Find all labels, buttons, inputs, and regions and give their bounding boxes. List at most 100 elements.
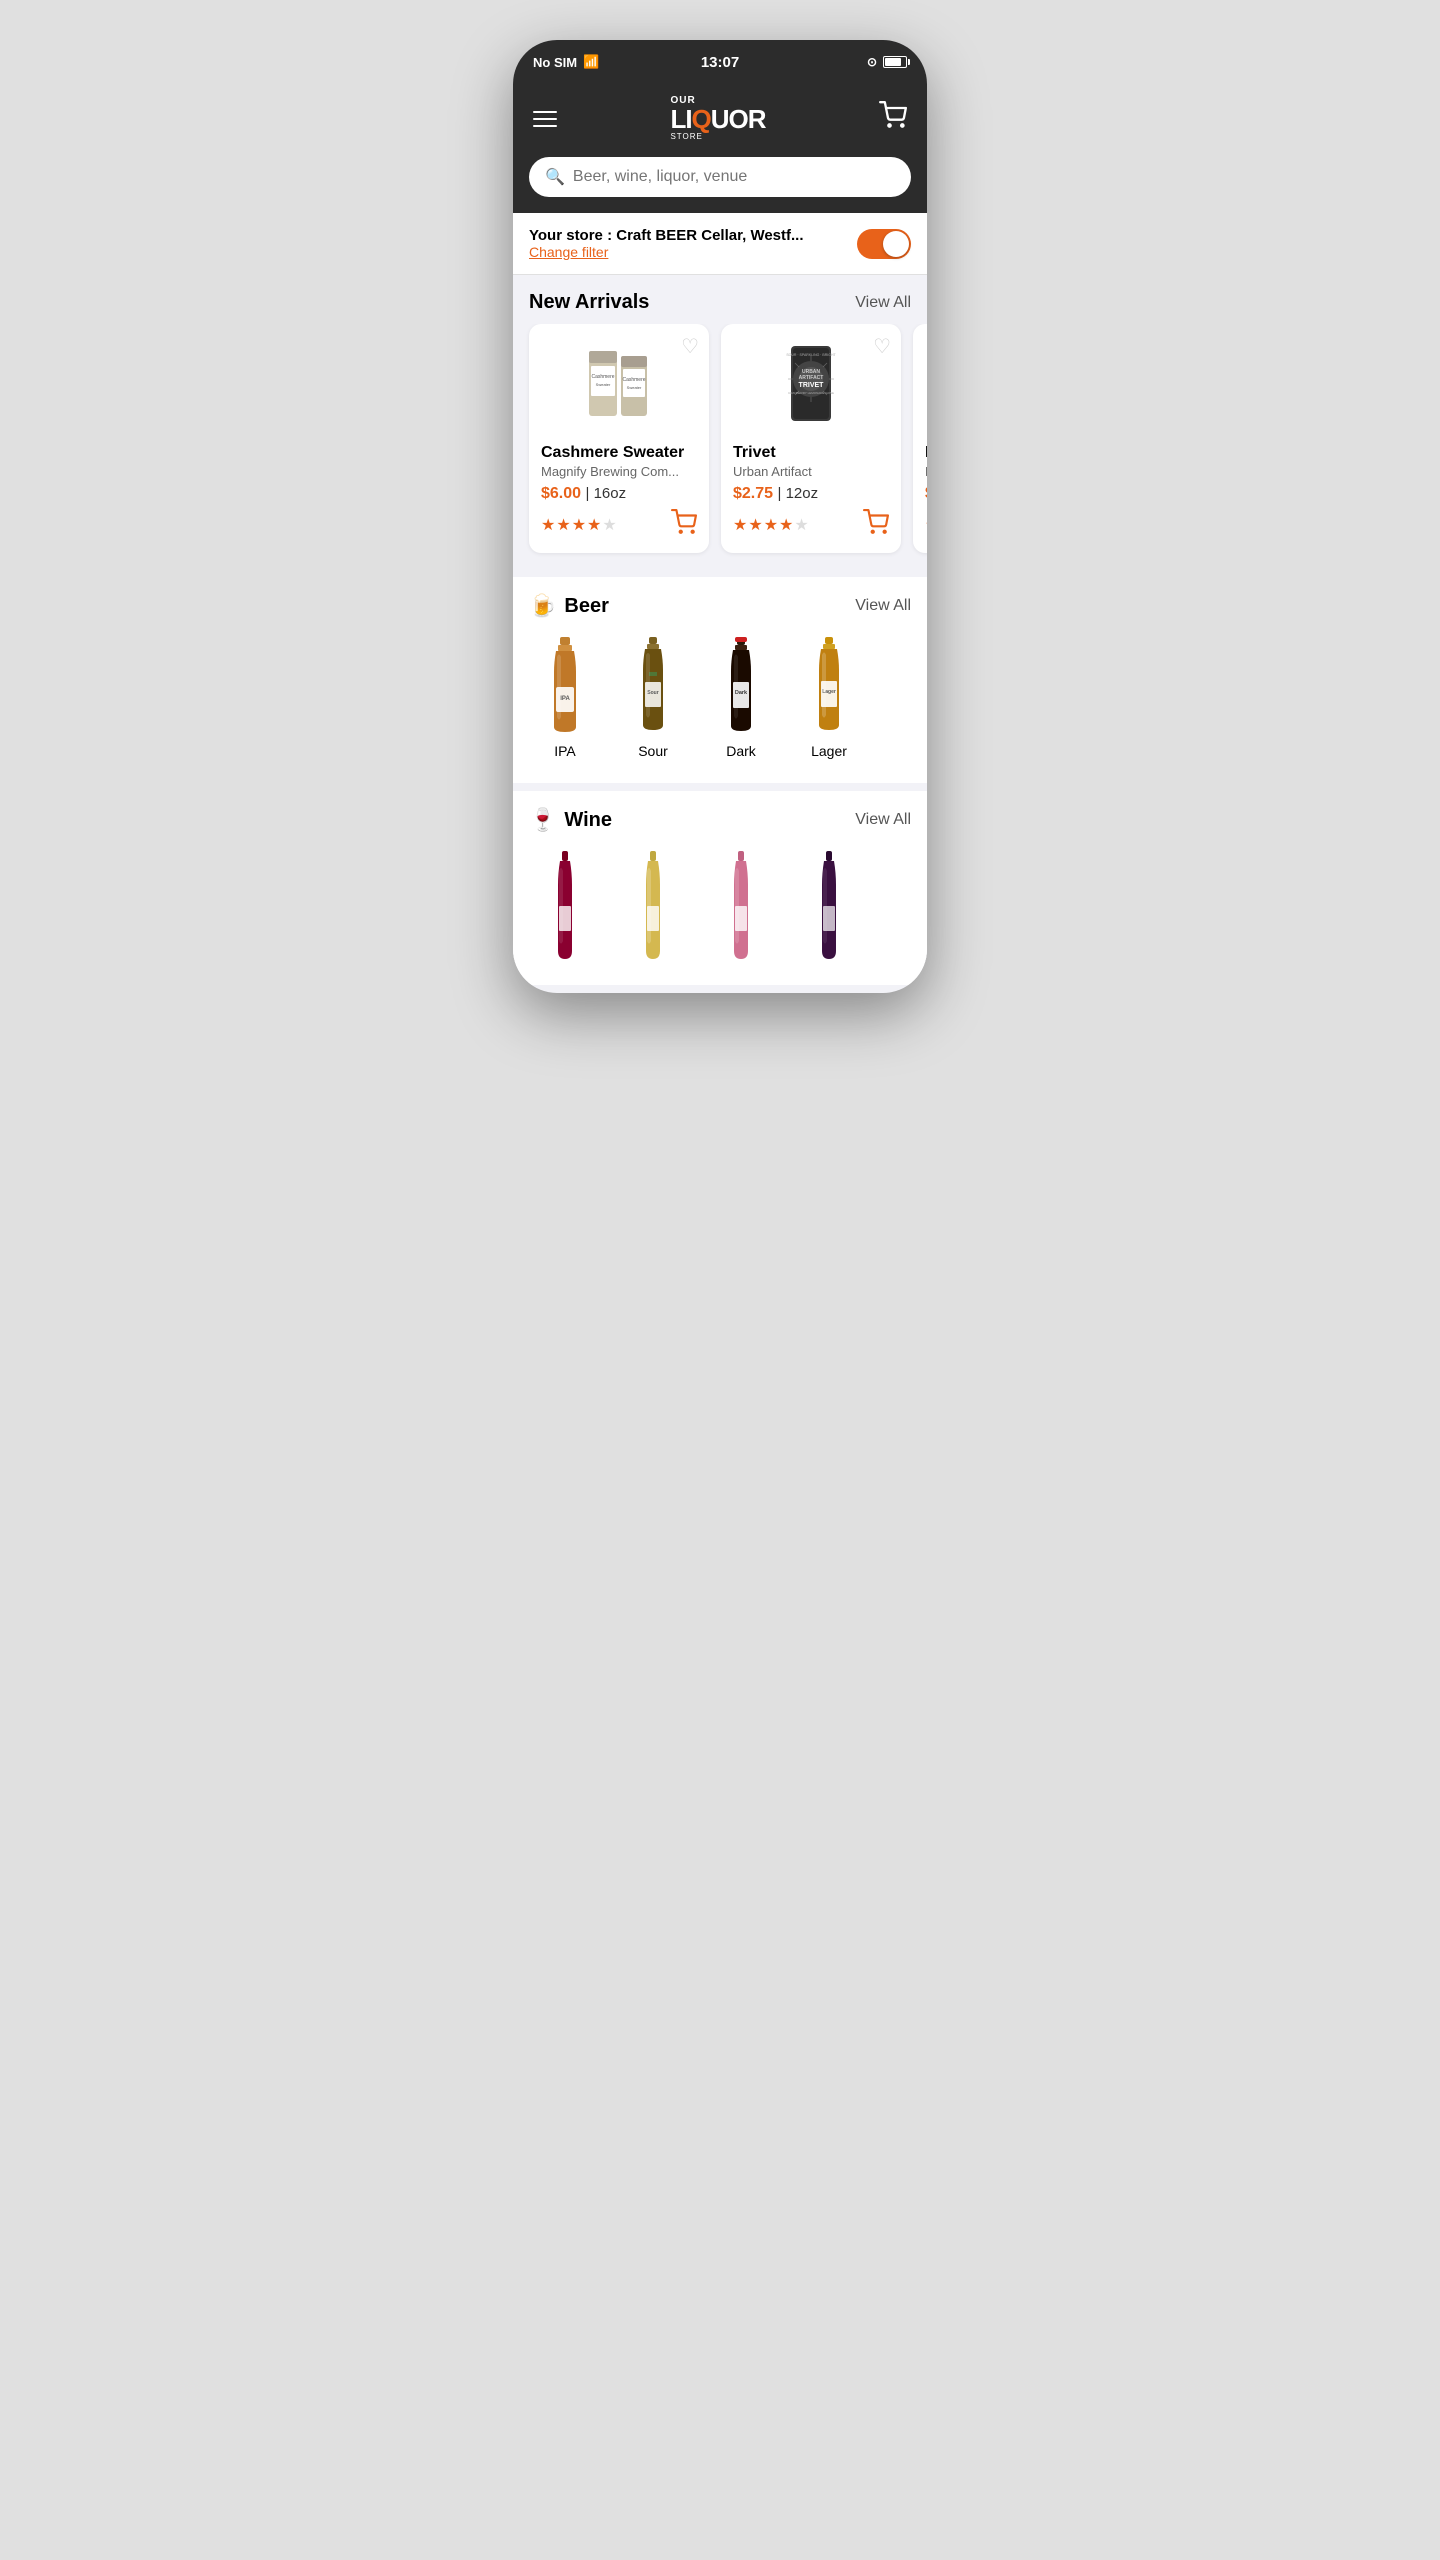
new-arrivals-title: New Arrivals <box>529 291 649 314</box>
search-icon: 🔍 <box>545 167 565 187</box>
battery-icon <box>883 56 907 68</box>
beer-view-all[interactable]: View All <box>855 597 911 615</box>
lock-icon: ⊙ <box>867 55 877 69</box>
category-label-sour: Sour <box>638 743 668 759</box>
logo-store: STORE <box>670 132 702 141</box>
logo-middle: LIQUOR <box>670 106 765 132</box>
beer-categories-scroll[interactable]: IPA IPA <box>513 629 927 783</box>
product-price-1: $6.00 | 16oz <box>541 485 626 503</box>
logo-text: LIQUOR <box>670 106 765 132</box>
hamburger-line-2 <box>533 118 557 120</box>
wine-section: 🍷 Wine View All <box>513 791 927 985</box>
product-price-row-3: $11.99 | <box>925 485 927 503</box>
product-rating-2: ★★★★★ <box>733 509 889 541</box>
product-stars-1: ★★★★★ <box>541 515 618 535</box>
product-name-2: Trivet <box>733 444 889 462</box>
product-brewery-2: Urban Artifact <box>733 464 889 479</box>
product-brewery-1: Magnify Brewing Com... <box>541 464 697 479</box>
product-price-row-2: $2.75 | 12oz <box>733 485 889 503</box>
product-rating-3: ★★★★★ <box>925 509 927 541</box>
wishlist-btn-1[interactable]: ♡ <box>681 334 699 359</box>
wine-image-3 <box>716 851 766 961</box>
status-left: No SIM 📶 <box>533 54 599 70</box>
product-price-2: $2.75 | 12oz <box>733 485 818 503</box>
product-card-1[interactable]: ♡ Cashmere Sweater Cashmere Sweater <box>529 324 709 553</box>
product-rating-1: ★★★★★ <box>541 509 697 541</box>
beer-section: 🍺 Beer View All IPA <box>513 577 927 783</box>
category-sour[interactable]: Sour Sour <box>609 629 697 767</box>
product-card-2[interactable]: ♡ <box>721 324 901 553</box>
store-filter-toggle[interactable] <box>857 229 911 259</box>
category-image-sour: Sour <box>617 637 689 737</box>
wine-view-all[interactable]: View All <box>855 811 911 829</box>
wine-title-row: 🍷 Wine <box>529 807 612 833</box>
product-image-3: HORC BARREL AGED <box>925 336 927 436</box>
svg-text:CRANBERRY LEMONADE GOSE: CRANBERRY LEMONADE GOSE <box>788 391 834 395</box>
wine-item-4[interactable] <box>785 843 873 969</box>
product-stars-3: ★★★★★ <box>925 515 927 535</box>
wine-image-2 <box>628 851 678 961</box>
product-name-1: Cashmere Sweater <box>541 444 697 462</box>
svg-text:IPA: IPA <box>560 696 570 702</box>
hamburger-menu[interactable] <box>533 111 557 127</box>
beer-title-row: 🍺 Beer <box>529 593 609 619</box>
category-label-dark: Dark <box>726 743 756 759</box>
beer-section-header: 🍺 Beer View All <box>513 577 927 629</box>
category-label-lager: Lager <box>811 743 847 759</box>
wine-icon: 🍷 <box>529 807 556 833</box>
svg-text:TRIVET: TRIVET <box>799 382 825 389</box>
search-container: 🔍 <box>513 157 927 213</box>
wine-item-2[interactable] <box>609 843 697 969</box>
wifi-icon: 📶 <box>583 54 599 70</box>
status-time: 13:07 <box>701 54 739 71</box>
category-dark[interactable]: Dark Dark <box>697 629 785 767</box>
wine-section-title: Wine <box>564 809 612 832</box>
toggle-knob <box>883 231 909 257</box>
cart-button[interactable] <box>879 101 907 136</box>
battery-fill <box>885 58 901 66</box>
svg-text:SOUR · SPARKLING · BRIGHT: SOUR · SPARKLING · BRIGHT <box>786 353 836 357</box>
product-stars-2: ★★★★★ <box>733 515 810 535</box>
carrier-label: No SIM <box>533 55 577 70</box>
new-arrivals-scroll[interactable]: ♡ Cashmere Sweater Cashmere Sweater <box>513 324 927 569</box>
wishlist-btn-2[interactable]: ♡ <box>873 334 891 359</box>
store-name: Your store : Craft BEER Cellar, Westf... <box>529 227 804 244</box>
category-image-dark: Dark <box>705 637 777 737</box>
search-box[interactable]: 🔍 <box>529 157 911 197</box>
product-image-1: Cashmere Sweater Cashmere Sweater <box>541 336 697 436</box>
app-header: OUR LIQUOR STORE <box>513 84 927 157</box>
store-filter-bar: Your store : Craft BEER Cellar, Westf...… <box>513 213 927 275</box>
store-info: Your store : Craft BEER Cellar, Westf...… <box>529 227 804 260</box>
svg-text:Cashmere: Cashmere <box>622 377 645 383</box>
status-right: ⊙ <box>867 55 907 69</box>
product-brewery-3: BARTE... <box>925 464 927 479</box>
svg-text:Sweater: Sweater <box>627 385 642 390</box>
wine-item-1[interactable] <box>521 843 609 969</box>
category-lager[interactable]: Lager Lager <box>785 629 873 767</box>
svg-text:Sweater: Sweater <box>596 382 611 387</box>
svg-text:ARTIFACT: ARTIFACT <box>799 375 824 381</box>
new-arrivals-view-all[interactable]: View All <box>855 294 911 312</box>
app-logo: OUR LIQUOR STORE <box>670 96 765 141</box>
status-bar: No SIM 📶 13:07 ⊙ <box>513 40 927 84</box>
product-name-3: HORC <box>925 444 927 462</box>
new-arrivals-header: New Arrivals View All <box>513 275 927 324</box>
phone-frame: No SIM 📶 13:07 ⊙ OUR LIQUOR STORE <box>513 40 927 993</box>
category-image-lager: Lager <box>793 637 865 737</box>
add-cart-btn-2[interactable] <box>863 509 889 541</box>
beer-icon: 🍺 <box>529 593 556 619</box>
wine-section-header: 🍷 Wine View All <box>513 791 927 843</box>
hamburger-line-1 <box>533 111 557 113</box>
hamburger-line-3 <box>533 125 557 127</box>
change-filter-link[interactable]: Change filter <box>529 244 804 260</box>
add-cart-btn-1[interactable] <box>671 509 697 541</box>
category-ipa[interactable]: IPA IPA <box>521 629 609 767</box>
wine-image-4 <box>804 851 854 961</box>
search-input[interactable] <box>573 168 895 186</box>
wine-item-3[interactable] <box>697 843 785 969</box>
product-price-row-1: $6.00 | 16oz <box>541 485 697 503</box>
product-card-3[interactable]: ♡ HORC BARREL AGED HORC BARTE... $11.99 … <box>913 324 927 553</box>
category-label-ipa: IPA <box>554 743 576 759</box>
logo-q-accent: Q <box>692 104 711 134</box>
wine-items-scroll[interactable] <box>513 843 927 985</box>
